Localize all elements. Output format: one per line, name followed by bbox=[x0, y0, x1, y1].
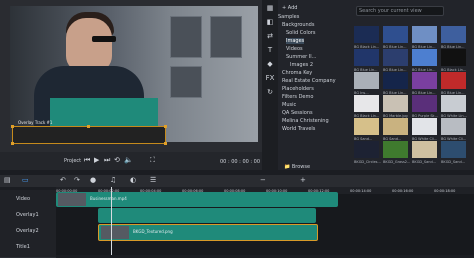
clip-label: Businessman.mp4 bbox=[90, 196, 127, 201]
preview-panel: Overlay Track #1 bbox=[0, 0, 262, 152]
overlay-lower-bar[interactable] bbox=[11, 125, 167, 145]
add-button[interactable]: + Add bbox=[282, 5, 297, 11]
skip-back-icon[interactable]: ⏮ bbox=[84, 156, 90, 165]
tree-node[interactable]: Videos bbox=[286, 46, 303, 52]
overlay-teal-box[interactable] bbox=[50, 98, 158, 128]
redo-icon[interactable]: ↷ bbox=[74, 176, 80, 184]
overlay-frame-label: Overlay Track #1 bbox=[18, 120, 53, 125]
motion-icon[interactable]: ◐ bbox=[130, 176, 136, 184]
tree-node[interactable]: QA Sessions bbox=[282, 110, 313, 116]
media-thumbnail[interactable]: BG Blue Lin... bbox=[412, 72, 437, 95]
project-label: Project bbox=[64, 158, 82, 164]
media-thumbnail[interactable]: BG Blue Lin... bbox=[383, 49, 408, 72]
tree-node[interactable]: Summer Il... bbox=[286, 54, 316, 60]
thumbnail-label: BKGD_Circles... bbox=[354, 160, 381, 164]
track-name: Overlay2 bbox=[16, 228, 39, 234]
timecode: 00 : 00 : 00 : 00 bbox=[220, 159, 261, 165]
tree-node[interactable]: Chroma Key bbox=[282, 70, 312, 76]
folder-tree: Samples Backgrounds Solid Colors Images Vide… bbox=[278, 14, 352, 164]
record-icon[interactable]: ● bbox=[90, 176, 96, 184]
path-icon[interactable]: ↻ bbox=[265, 88, 275, 98]
media-thumbnail[interactable]: BG Black Lin... bbox=[354, 95, 379, 118]
track-name: Title1 bbox=[16, 244, 30, 250]
media-thumbnail[interactable]: BG Purple Sk... bbox=[412, 95, 438, 118]
track-header[interactable]: Title1 bbox=[0, 238, 56, 258]
timeline-toolbar: ▤ ▭ ↶ ↷ ● ♫ ◐ ☰ − + bbox=[0, 175, 474, 187]
subtitle-icon[interactable]: ☰ bbox=[150, 176, 156, 184]
browse-button[interactable]: 📁 Browse bbox=[284, 164, 310, 170]
media-thumbnail[interactable]: BG Black Lin... bbox=[354, 26, 379, 49]
timeline-view-icon[interactable]: ▤ bbox=[4, 176, 11, 184]
media-thumbnail[interactable]: BKGD_Sand... bbox=[412, 141, 437, 164]
playhead[interactable] bbox=[111, 187, 112, 255]
thumbnail-grid: BG Black Lin... BG Blue Lin... BG Blue Lin… bbox=[354, 26, 472, 166]
track-name: Overlay1 bbox=[16, 212, 39, 218]
media-thumbnail[interactable]: BG Blue Lin... bbox=[383, 26, 408, 49]
instant-project-icon[interactable]: ◧ bbox=[265, 18, 275, 28]
tree-node[interactable]: Melina Christening bbox=[282, 118, 329, 124]
mixer-icon[interactable]: ♫ bbox=[110, 176, 116, 184]
clip-label: BKGD_Textured.png bbox=[133, 229, 173, 234]
media-thumbnail[interactable]: BKGD_Grass2... bbox=[383, 141, 410, 164]
media-thumbnail[interactable]: BG Sand... bbox=[383, 118, 408, 141]
repeat-icon[interactable]: ⟲ bbox=[114, 156, 120, 164]
media-thumbnail[interactable]: BG Blue Lin... bbox=[383, 72, 408, 95]
play-icon[interactable]: ▶ bbox=[94, 156, 99, 164]
tree-node[interactable]: Images bbox=[286, 38, 305, 44]
media-thumbnail[interactable]: BKGD_Sand... bbox=[441, 141, 466, 164]
search-input[interactable]: Search your current view bbox=[359, 8, 422, 14]
thumbnail-label: BKGD_Sand... bbox=[441, 160, 465, 164]
volume-icon[interactable]: 🔈 bbox=[124, 156, 133, 164]
zoom-out-icon[interactable]: − bbox=[260, 176, 266, 184]
step-forward-icon[interactable]: ⏭ bbox=[104, 156, 110, 165]
clip-thumbnail bbox=[101, 226, 129, 239]
media-thumbnail[interactable]: BG White Cli... bbox=[441, 118, 466, 141]
media-thumbnail[interactable]: BG White Lin... bbox=[441, 95, 467, 118]
media-icon[interactable]: ▦ bbox=[265, 4, 275, 14]
tree-node[interactable]: World Travels bbox=[282, 126, 315, 132]
media-thumbnail[interactable]: BG Blue Lin... bbox=[441, 26, 466, 49]
tree-node[interactable]: Placeholders bbox=[282, 86, 314, 92]
thumbnail-label: BKGD_Grass2... bbox=[383, 160, 410, 164]
timeline-tracks: Video Businessman.mp4 Overlay1 Overlay2 BKGD… bbox=[0, 190, 474, 258]
media-thumbnail[interactable]: BG White Cli... bbox=[412, 118, 437, 141]
library-side-icons: ▦ ◧ ⇄ T ◆ FX ↻ bbox=[262, 0, 278, 170]
transition-icon[interactable]: ⇄ bbox=[265, 32, 275, 42]
media-thumbnail[interactable]: BG Sand... bbox=[354, 118, 379, 141]
graphic-icon[interactable]: ◆ bbox=[265, 60, 275, 70]
media-thumbnail[interactable]: BG Blue Lin... bbox=[412, 26, 437, 49]
timeline-clip[interactable]: Businessman.mp4 bbox=[56, 192, 338, 207]
fullscreen-icon[interactable]: ⛶ bbox=[150, 156, 155, 165]
tree-node[interactable]: Backgrounds bbox=[282, 22, 314, 28]
media-thumbnail[interactable]: BG Blue Lin... bbox=[354, 49, 379, 72]
title-icon[interactable]: T bbox=[265, 46, 275, 56]
storyboard-icon[interactable]: ▭ bbox=[22, 176, 29, 184]
tree-node[interactable]: Samples bbox=[278, 14, 299, 20]
thumbnail-label: BKGD_Sand... bbox=[412, 160, 436, 164]
zoom-in-icon[interactable]: + bbox=[300, 176, 306, 184]
media-thumbnail[interactable]: BG Blue Lin... bbox=[412, 49, 437, 72]
media-thumbnail[interactable]: BKGD_Circles... bbox=[354, 141, 381, 164]
track-name: Video bbox=[16, 196, 31, 202]
tree-node[interactable]: Solid Colors bbox=[286, 30, 315, 36]
media-thumbnail[interactable]: BG Black Lin... bbox=[441, 49, 466, 72]
tree-node[interactable]: Images 2 bbox=[290, 62, 313, 68]
media-thumbnail[interactable]: BG Blue Lin... bbox=[441, 72, 466, 95]
media-thumbnail[interactable]: BG Marble.jpg bbox=[383, 95, 408, 118]
tree-node[interactable]: Music bbox=[282, 102, 296, 108]
clip-thumbnail bbox=[58, 193, 86, 206]
undo-icon[interactable]: ↶ bbox=[60, 176, 66, 184]
timeline-clip[interactable] bbox=[98, 208, 316, 223]
search-box[interactable]: Search your current view bbox=[356, 6, 444, 16]
playback-controls: Project ⏮ ▶ ⏭ ⟲ 🔈 ⛶ 00 : 00 : 00 : 00 bbox=[0, 152, 262, 170]
tree-node[interactable]: Real Estate Company bbox=[282, 78, 336, 84]
media-thumbnail[interactable]: BG Ins... bbox=[354, 72, 379, 95]
timeline-clip[interactable]: BKGD_Textured.png bbox=[98, 224, 318, 241]
tree-node[interactable]: Filters Demo bbox=[282, 94, 313, 100]
filter-icon[interactable]: FX bbox=[265, 74, 275, 84]
